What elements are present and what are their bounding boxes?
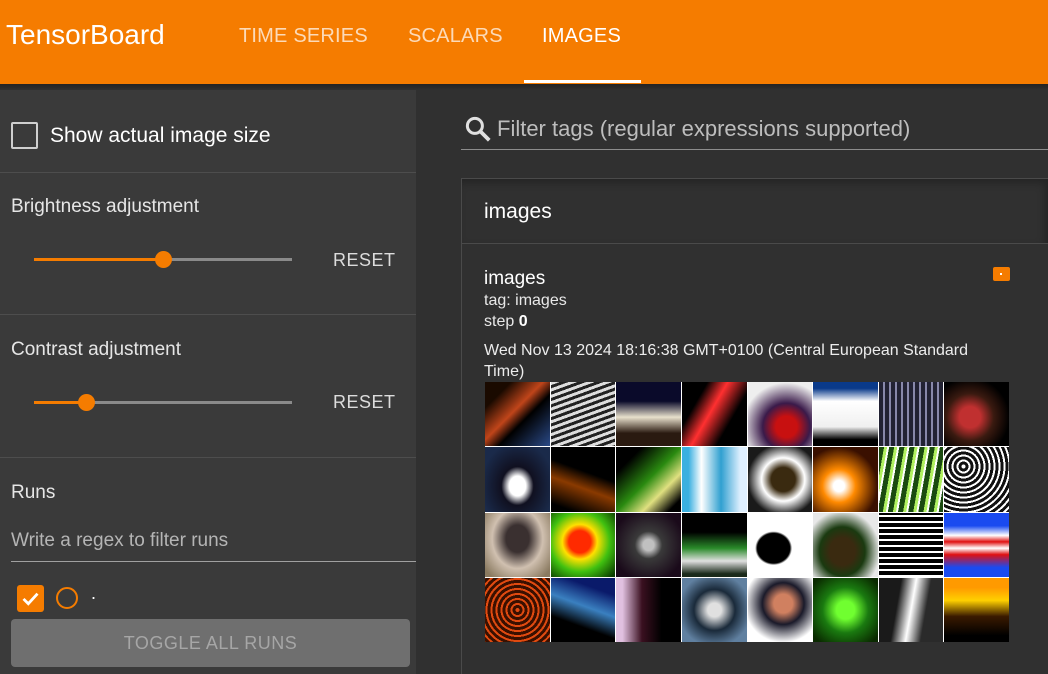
image-tile: [681, 512, 747, 577]
image-tile: [550, 512, 616, 577]
active-tab-indicator: [524, 80, 641, 83]
image-tile: [878, 382, 944, 447]
card-step: step 0: [484, 313, 528, 331]
contrast-slider-thumb[interactable]: [77, 394, 95, 411]
search-icon: [465, 116, 491, 142]
image-tile: [747, 577, 813, 642]
tab-scalars[interactable]: SCALARS: [408, 25, 503, 48]
step-label: step: [484, 313, 519, 330]
image-tile: [813, 512, 878, 577]
image-tile: [681, 447, 747, 512]
runs-filter-input[interactable]: Write a regex to filter runs: [11, 530, 416, 562]
image-tile: [747, 512, 813, 577]
tag-group-title: images: [484, 200, 552, 223]
image-tile: [485, 382, 550, 447]
image-tile: [550, 577, 616, 642]
image-tile: [944, 382, 1009, 447]
image-tile: [485, 577, 550, 642]
image-tile: [485, 447, 550, 512]
image-tile: [944, 512, 1009, 577]
check-icon: [22, 592, 39, 606]
run-checkbox[interactable]: [17, 585, 44, 612]
tag-filter-input[interactable]: Filter tags (regular expressions support…: [497, 116, 910, 142]
image-grid[interactable]: [485, 382, 1009, 642]
brightness-slider-fill: [34, 258, 163, 261]
image-tile: [485, 512, 550, 577]
tag-filter-underline: [461, 149, 1048, 150]
app-title: TensorBoard: [6, 19, 165, 50]
image-tile: [878, 512, 944, 577]
top-app-bar: TensorBoard TIME SERIES SCALARS IMAGES: [0, 0, 1048, 84]
brightness-title: Brightness adjustment: [11, 196, 199, 217]
image-tile: [944, 577, 1009, 642]
image-tile: [550, 447, 616, 512]
image-tile: [878, 447, 944, 512]
image-tile: [747, 447, 813, 512]
divider: [0, 314, 416, 315]
image-tile: [550, 382, 616, 447]
tab-time-series[interactable]: TIME SERIES: [239, 25, 368, 48]
sidebar: Show actual image size Brightness adjust…: [0, 90, 416, 674]
toggle-all-runs-button[interactable]: TOGGLE ALL RUNS: [11, 619, 410, 667]
image-tile: [681, 382, 747, 447]
image-tile: [747, 382, 813, 447]
image-tile: [813, 447, 878, 512]
card-timestamp: Wed Nov 13 2024 18:16:38 GMT+0100 (Centr…: [484, 342, 969, 380]
image-tile: [813, 577, 878, 642]
image-tile: [813, 382, 878, 447]
brightness-slider-thumb[interactable]: [155, 251, 172, 268]
image-tile: [616, 512, 681, 577]
brightness-reset-button[interactable]: RESET: [333, 250, 396, 271]
run-color-swatch-icon[interactable]: [993, 267, 1010, 281]
tag-group-header[interactable]: images: [462, 179, 1048, 244]
runs-title: Runs: [11, 482, 56, 503]
image-tile: [681, 577, 747, 642]
brightness-slider[interactable]: [34, 251, 292, 268]
contrast-title: Contrast adjustment: [11, 339, 182, 360]
divider: [0, 457, 416, 458]
show-actual-size-label: Show actual image size: [50, 124, 271, 147]
show-actual-size-checkbox[interactable]: [11, 122, 38, 149]
contrast-slider[interactable]: [34, 394, 292, 411]
step-value: 0: [518, 313, 528, 330]
run-name: .: [91, 583, 97, 603]
image-tile: [616, 447, 681, 512]
tab-images[interactable]: IMAGES: [542, 25, 621, 48]
image-tile: [616, 577, 681, 642]
card-title: images: [484, 268, 546, 289]
contrast-reset-button[interactable]: RESET: [333, 392, 396, 413]
image-tile: [616, 382, 681, 447]
image-tile: [944, 447, 1009, 512]
divider: [0, 172, 416, 173]
card-tag: tag: images: [484, 292, 567, 309]
run-color-circle-icon[interactable]: [56, 587, 78, 609]
image-tile: [878, 577, 944, 642]
